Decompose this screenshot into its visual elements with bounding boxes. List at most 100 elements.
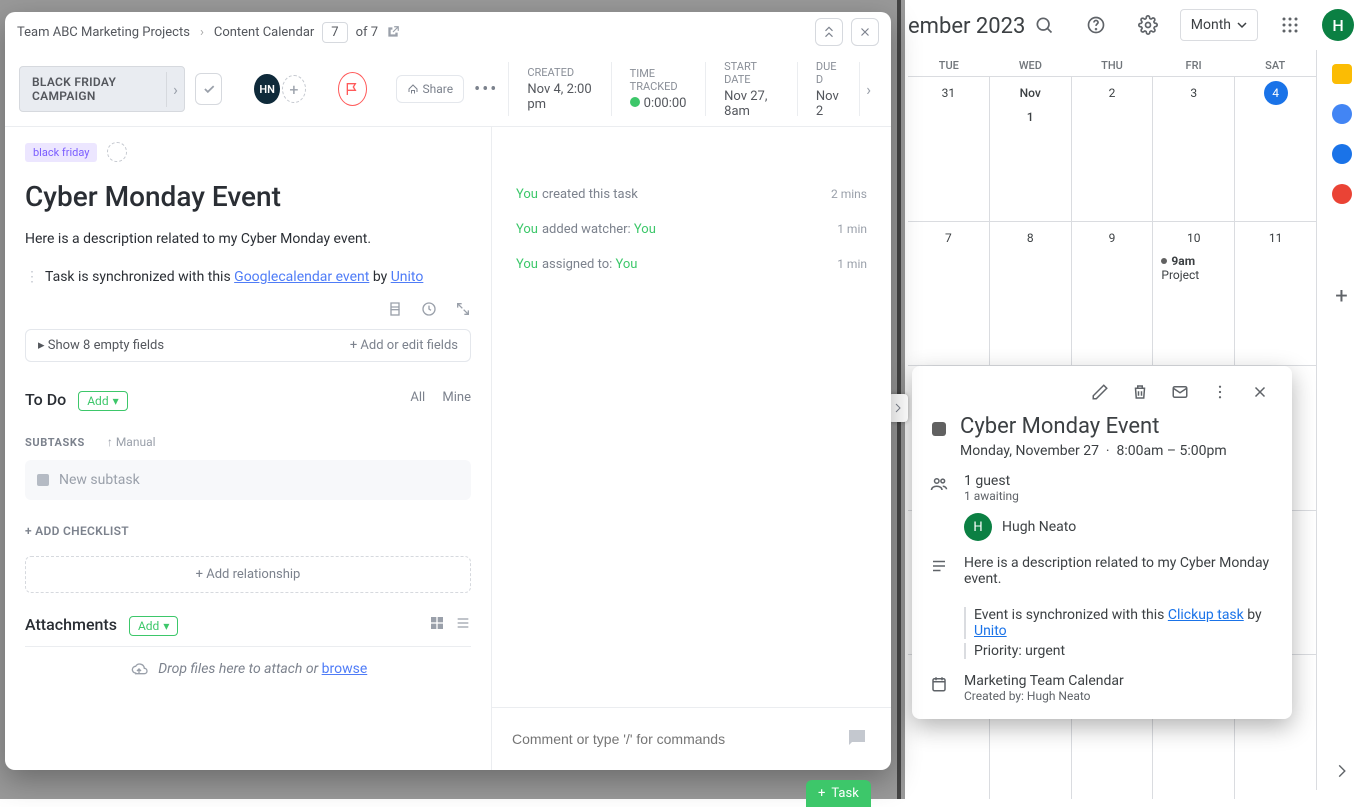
due-date-value[interactable]: Nov 2: [816, 89, 841, 119]
event-color-icon: [932, 422, 946, 436]
calendar-cell[interactable]: 11: [1235, 222, 1316, 366]
calendar-icon: [928, 673, 950, 703]
attachment-drop-zone[interactable]: Drop files here to attach or browse: [25, 646, 471, 691]
task-description[interactable]: Here is a description related to my Cybe…: [25, 231, 471, 247]
clickup-task-link[interactable]: Clickup task: [1168, 607, 1244, 623]
delete-icon[interactable]: [1124, 376, 1156, 408]
share-button[interactable]: Share: [396, 75, 465, 103]
search-icon[interactable]: [1024, 5, 1064, 45]
fullscreen-icon[interactable]: [455, 301, 471, 317]
expand-handle[interactable]: [888, 394, 908, 422]
day-header: WED: [990, 55, 1072, 76]
task-content: black friday Cyber Monday Event Here is …: [5, 127, 492, 770]
open-new-icon[interactable]: [386, 25, 400, 39]
activity-row: You added watcher: You1 min: [516, 222, 867, 237]
chevron-right-icon: ›: [166, 72, 184, 107]
status-button[interactable]: BLACK FRIDAY CAMPAIGN ›: [19, 66, 185, 112]
chevron-right-icon: ›: [200, 25, 204, 40]
chevron-down-icon: [1237, 20, 1247, 30]
view-label: Month: [1191, 17, 1231, 33]
filter-all[interactable]: All: [410, 390, 425, 405]
add-attachment-button[interactable]: Add ▾: [129, 616, 178, 636]
comment-input[interactable]: [512, 731, 845, 747]
calendar-cell[interactable]: 9: [1072, 222, 1154, 366]
more-icon[interactable]: [1204, 376, 1236, 408]
calendar-cell[interactable]: 8: [990, 222, 1072, 366]
unito-link[interactable]: Unito: [974, 623, 1007, 639]
comment-icon: [845, 726, 871, 752]
view-dropdown[interactable]: Month: [1180, 9, 1258, 41]
maps-icon[interactable]: [1332, 184, 1352, 204]
add-addon-icon[interactable]: +: [1335, 284, 1347, 309]
add-relationship-button[interactable]: + Add relationship: [25, 556, 471, 593]
add-tag-button[interactable]: [107, 142, 127, 162]
new-subtask-input[interactable]: New subtask: [25, 460, 471, 500]
calendar-cell[interactable]: 2: [1072, 77, 1154, 221]
keep-icon[interactable]: [1332, 64, 1352, 84]
sync-prefix: Event is synchronized with this: [974, 607, 1168, 623]
calendar-cell[interactable]: Nov 1: [990, 77, 1072, 221]
print-icon[interactable]: [387, 301, 403, 317]
tag-black-friday[interactable]: black friday: [25, 143, 97, 162]
comment-box[interactable]: [492, 707, 891, 770]
new-task-button[interactable]: + Task: [806, 780, 871, 807]
subtasks-sort[interactable]: ↑ Manual: [107, 435, 156, 449]
collapse-sidebar-icon[interactable]: [1335, 764, 1349, 778]
unito-link[interactable]: Unito: [391, 269, 424, 285]
calendar-cell[interactable]: 3: [1153, 77, 1235, 221]
email-icon[interactable]: [1164, 376, 1196, 408]
add-checklist-button[interactable]: + ADD CHECKLIST: [25, 524, 471, 538]
start-date-value[interactable]: Nov 27, 8am: [724, 89, 779, 119]
created-label: CREATED: [527, 66, 592, 79]
add-edit-fields[interactable]: + Add or edit fields: [350, 338, 458, 353]
apps-icon[interactable]: [1270, 5, 1310, 45]
filter-mine[interactable]: Mine: [442, 390, 471, 405]
guests-count: 1 guest: [964, 473, 1276, 489]
play-icon[interactable]: [630, 97, 640, 107]
day-header: SAT: [1234, 55, 1316, 76]
calendar-cell[interactable]: 7: [908, 222, 990, 366]
next-meta-icon[interactable]: ›: [860, 80, 877, 99]
event-popover: Cyber Monday Event Monday, November 27 ·…: [912, 366, 1292, 719]
priority-flag-icon[interactable]: [338, 72, 367, 106]
assignee-avatar[interactable]: HN: [254, 74, 280, 104]
day-header: TUE: [908, 55, 990, 76]
gcal-addon-sidebar: +: [1316, 50, 1366, 790]
help-icon[interactable]: [1076, 5, 1116, 45]
calendar-name: Marketing Team Calendar: [964, 673, 1276, 689]
browse-link[interactable]: browse: [322, 661, 368, 677]
calendar-cell[interactable]: 31: [908, 77, 990, 221]
user-avatar[interactable]: H: [1322, 9, 1354, 41]
complete-button[interactable]: [195, 73, 223, 105]
guests-icon: [928, 473, 950, 541]
calendar-cell[interactable]: 4: [1235, 77, 1316, 221]
close-icon[interactable]: [1244, 376, 1276, 408]
history-icon[interactable]: [421, 301, 437, 317]
task-title[interactable]: Cyber Monday Event: [25, 180, 471, 213]
calendar-cell[interactable]: 109am Project: [1153, 222, 1235, 366]
close-icon[interactable]: [851, 18, 879, 46]
custom-fields-row[interactable]: ▸ Show 8 empty fields + Add or edit fiel…: [25, 329, 471, 362]
tasks-icon[interactable]: [1332, 104, 1352, 124]
add-assignee-button[interactable]: +: [282, 75, 306, 103]
list-view-icon[interactable]: [455, 615, 471, 631]
add-todo-button[interactable]: Add ▾: [78, 391, 127, 411]
minimize-icon[interactable]: [815, 18, 843, 46]
edit-icon[interactable]: [1084, 376, 1116, 408]
more-icon[interactable]: •••: [474, 79, 498, 100]
created-by: Created by: Hugh Neato: [964, 689, 1276, 703]
grid-view-icon[interactable]: [429, 615, 445, 631]
breadcrumb-team[interactable]: Team ABC Marketing Projects: [17, 25, 190, 40]
event-title: Cyber Monday Event: [960, 414, 1227, 439]
guest-avatar: H: [964, 513, 992, 541]
task-index[interactable]: 7: [322, 22, 347, 43]
task-total: of 7: [356, 25, 378, 40]
event-date: Monday, November 27: [960, 443, 1099, 459]
gear-icon[interactable]: [1128, 5, 1168, 45]
todo-label: To Do: [25, 390, 66, 409]
breadcrumb-list[interactable]: Content Calendar: [214, 25, 314, 40]
googlecalendar-link[interactable]: Googlecalendar event: [234, 269, 369, 285]
task-breadcrumb-bar: Team ABC Marketing Projects › Content Ca…: [5, 12, 891, 52]
calendar-event[interactable]: 9am Project: [1157, 254, 1230, 282]
contacts-icon[interactable]: [1332, 144, 1352, 164]
